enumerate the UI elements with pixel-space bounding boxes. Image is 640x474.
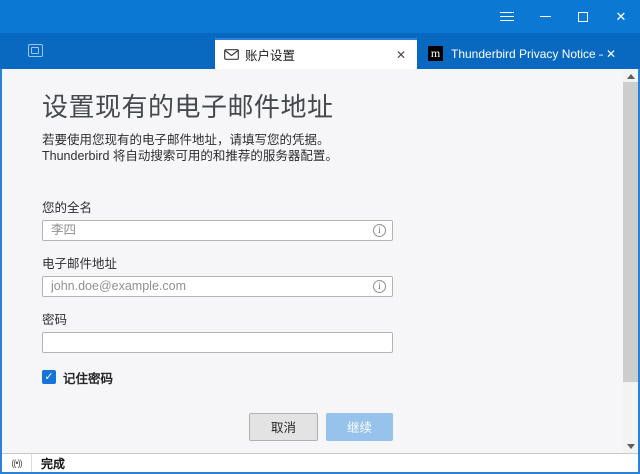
chevron-down-icon [627,444,635,449]
account-setup-form: 您的全名 i 电子邮件地址 i 密码 ✓ 记住密码 取消 [42,200,393,454]
spaces-icon[interactable] [28,44,43,57]
vertical-scrollbar[interactable] [623,69,638,453]
thunderbird-window: ✕ 账户设置 ✕ m Thunderbird Privacy Notice — … [0,0,640,474]
form-buttons: 取消 继续 [42,413,393,441]
status-text: 完成 [41,455,65,472]
info-icon[interactable]: i [373,224,386,237]
checkmark-icon: ✓ [44,371,53,383]
password-label: 密码 [42,312,393,328]
window-border [0,69,2,474]
email-input[interactable] [51,278,373,295]
status-bar: ((•)) 完成 [2,453,638,472]
page-title: 设置现有的电子邮件地址 [42,91,623,124]
mozilla-icon: m [428,46,443,61]
scroll-up-button[interactable] [623,69,638,83]
email-field-wrap: i [42,276,393,297]
password-input[interactable] [51,334,386,351]
tab-account-settings[interactable]: 账户设置 ✕ [215,38,417,69]
page-subtitle: 若要使用您现有的电子邮件地址，请填写您的凭据。 Thunderbird 将自动搜… [42,132,623,164]
envelope-icon [224,49,239,60]
fullname-input[interactable] [51,222,373,239]
cancel-button[interactable]: 取消 [249,413,318,441]
remember-password-label: 记住密码 [63,368,113,387]
tab-bar: 账户设置 ✕ m Thunderbird Privacy Notice — M … [0,33,640,69]
app-menu-button[interactable] [488,0,526,33]
titlebar: ✕ [0,0,640,33]
close-icon: ✕ [616,10,627,23]
window-close-button[interactable]: ✕ [602,0,640,33]
fullname-label: 您的全名 [42,200,393,216]
menu-icon [500,16,514,17]
remember-password-checkbox[interactable]: ✓ [42,370,56,384]
account-setup-panel: 设置现有的电子邮件地址 若要使用您现有的电子邮件地址，请填写您的凭据。 Thun… [2,69,623,453]
scrollbar-thumb[interactable] [623,82,638,382]
password-field-wrap [42,332,393,353]
scroll-down-button[interactable] [623,439,638,453]
tab-close-icon[interactable]: ✕ [603,46,619,62]
network-status-cell[interactable]: ((•)) [2,454,32,472]
fullname-field-wrap: i [42,220,393,241]
info-icon[interactable]: i [373,280,386,293]
tab-label: Thunderbird Privacy Notice — M [451,47,603,61]
minimize-icon [540,16,551,17]
remember-password-row[interactable]: ✓ 记住密码 [42,368,393,387]
maximize-button[interactable] [564,0,602,33]
subtitle-line-1: 若要使用您现有的电子邮件地址，请填写您的凭据。 [42,132,623,148]
broadcast-icon: ((•)) [11,458,21,468]
subtitle-line-2: Thunderbird 将自动搜索可用的和推荐的服务器配置。 [42,148,623,164]
maximize-icon [578,12,588,22]
minimize-button[interactable] [526,0,564,33]
tab-close-icon[interactable]: ✕ [393,47,409,63]
email-label: 电子邮件地址 [42,256,393,272]
chevron-up-icon [627,74,635,79]
tab-label: 账户设置 [245,45,393,64]
continue-button[interactable]: 继续 [326,413,393,441]
tab-privacy-notice[interactable]: m Thunderbird Privacy Notice — M ✕ [423,38,625,69]
